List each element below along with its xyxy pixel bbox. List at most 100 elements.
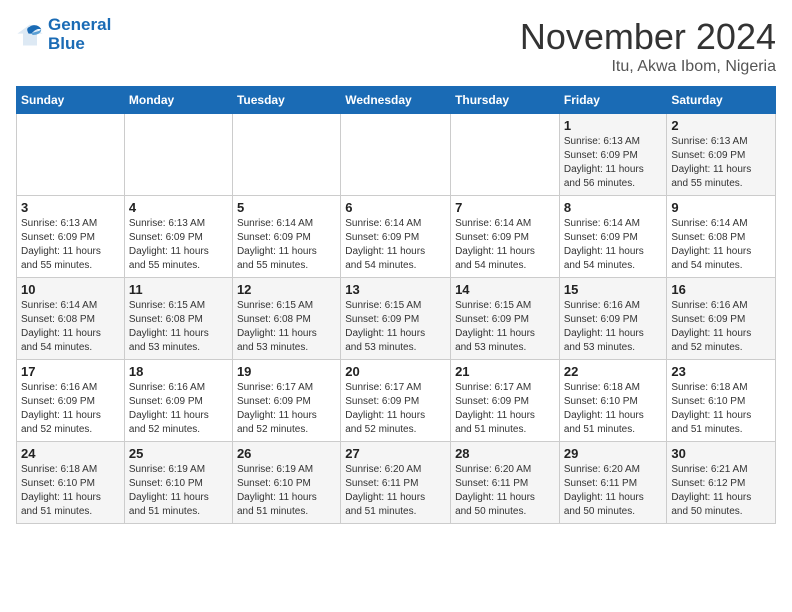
calendar-cell: 24 Sunrise: 6:18 AMSunset: 6:10 PMDayligh… [17, 442, 125, 524]
calendar-cell: 12 Sunrise: 6:15 AMSunset: 6:08 PMDayligh… [232, 278, 340, 360]
day-number: 22 [564, 364, 663, 379]
calendar-cell [232, 114, 340, 196]
day-info: Sunrise: 6:20 AMSunset: 6:11 PMDaylight:… [345, 463, 446, 519]
calendar-cell: 9 Sunrise: 6:14 AMSunset: 6:08 PMDaylight… [667, 196, 776, 278]
day-info: Sunrise: 6:14 AMSunset: 6:09 PMDaylight:… [455, 217, 555, 273]
page-header: General Blue November 2024 Itu, Akwa Ibo… [16, 16, 776, 76]
day-info: Sunrise: 6:17 AMSunset: 6:09 PMDaylight:… [345, 381, 446, 437]
day-info: Sunrise: 6:19 AMSunset: 6:10 PMDaylight:… [237, 463, 336, 519]
calendar-cell: 14Sunrise: 6:15 AMSunset: 6:09 PMDayligh… [451, 278, 560, 360]
calendar-header-row: Sunday Monday Tuesday Wednesday Thursday… [17, 87, 776, 114]
calendar-cell: 30 Sunrise: 6:21 AMSunset: 6:12 PMDayligh… [667, 442, 776, 524]
calendar-cell: 16 Sunrise: 6:16 AMSunset: 6:09 PMDayligh… [667, 278, 776, 360]
calendar-cell: 29 Sunrise: 6:20 AMSunset: 6:11 PMDayligh… [559, 442, 667, 524]
calendar-cell: 25Sunrise: 6:19 AMSunset: 6:10 PMDayligh… [124, 442, 232, 524]
day-info: Sunrise: 6:17 AMSunset: 6:09 PMDaylight:… [455, 381, 555, 437]
calendar-cell [124, 114, 232, 196]
day-info: Sunrise: 6:14 AMSunset: 6:09 PMDaylight:… [564, 217, 663, 273]
calendar-cell: 8 Sunrise: 6:14 AMSunset: 6:09 PMDaylight… [559, 196, 667, 278]
day-info: Sunrise: 6:15 AMSunset: 6:09 PMDaylight:… [455, 299, 555, 355]
calendar-cell: 20Sunrise: 6:17 AMSunset: 6:09 PMDayligh… [341, 360, 451, 442]
day-number: 4 [129, 200, 228, 215]
day-number: 12 [237, 282, 336, 297]
calendar-cell: 11 Sunrise: 6:15 AMSunset: 6:08 PMDayligh… [124, 278, 232, 360]
day-info: Sunrise: 6:16 AMSunset: 6:09 PMDaylight:… [129, 381, 228, 437]
day-number: 11 [129, 282, 228, 297]
calendar-cell: 19 Sunrise: 6:17 AMSunset: 6:09 PMDayligh… [232, 360, 340, 442]
day-info: Sunrise: 6:15 AMSunset: 6:08 PMDaylight:… [129, 299, 228, 355]
calendar-week-1: 1Sunrise: 6:13 AMSunset: 6:09 PMDaylight… [17, 114, 776, 196]
day-info: Sunrise: 6:19 AMSunset: 6:10 PMDaylight:… [129, 463, 228, 519]
day-number: 30 [671, 446, 771, 461]
calendar-cell [341, 114, 451, 196]
calendar-cell: 28 Sunrise: 6:20 AMSunset: 6:11 PMDayligh… [451, 442, 560, 524]
logo-text: General Blue [48, 16, 111, 53]
calendar-cell: 1Sunrise: 6:13 AMSunset: 6:09 PMDaylight… [559, 114, 667, 196]
day-info: Sunrise: 6:14 AMSunset: 6:09 PMDaylight:… [237, 217, 336, 273]
day-info: Sunrise: 6:18 AMSunset: 6:10 PMDaylight:… [671, 381, 771, 437]
day-number: 23 [671, 364, 771, 379]
calendar-cell: 7 Sunrise: 6:14 AMSunset: 6:09 PMDaylight… [451, 196, 560, 278]
day-info: Sunrise: 6:13 AMSunset: 6:09 PMDaylight:… [21, 217, 120, 273]
day-number: 13 [345, 282, 446, 297]
day-info: Sunrise: 6:20 AMSunset: 6:11 PMDaylight:… [455, 463, 555, 519]
day-number: 19 [237, 364, 336, 379]
calendar-cell [451, 114, 560, 196]
col-friday: Friday [559, 87, 667, 114]
calendar-cell: 27Sunrise: 6:20 AMSunset: 6:11 PMDayligh… [341, 442, 451, 524]
day-info: Sunrise: 6:15 AMSunset: 6:09 PMDaylight:… [345, 299, 446, 355]
col-tuesday: Tuesday [232, 87, 340, 114]
day-number: 3 [21, 200, 120, 215]
calendar-cell: 10Sunrise: 6:14 AMSunset: 6:08 PMDayligh… [17, 278, 125, 360]
calendar-cell: 3 Sunrise: 6:13 AMSunset: 6:09 PMDaylight… [17, 196, 125, 278]
day-info: Sunrise: 6:18 AMSunset: 6:10 PMDaylight:… [21, 463, 120, 519]
calendar-table: Sunday Monday Tuesday Wednesday Thursday… [16, 86, 776, 524]
day-number: 26 [237, 446, 336, 461]
calendar-cell: 15 Sunrise: 6:16 AMSunset: 6:09 PMDayligh… [559, 278, 667, 360]
calendar-week-5: 24 Sunrise: 6:18 AMSunset: 6:10 PMDayligh… [17, 442, 776, 524]
day-info: Sunrise: 6:16 AMSunset: 6:09 PMDaylight:… [564, 299, 663, 355]
day-info: Sunrise: 6:20 AMSunset: 6:11 PMDaylight:… [564, 463, 663, 519]
day-number: 9 [671, 200, 771, 215]
day-number: 5 [237, 200, 336, 215]
col-monday: Monday [124, 87, 232, 114]
day-number: 16 [671, 282, 771, 297]
col-sunday: Sunday [17, 87, 125, 114]
day-info: Sunrise: 6:15 AMSunset: 6:08 PMDaylight:… [237, 299, 336, 355]
day-number: 28 [455, 446, 555, 461]
calendar-cell: 23 Sunrise: 6:18 AMSunset: 6:10 PMDayligh… [667, 360, 776, 442]
day-number: 17 [21, 364, 120, 379]
day-info: Sunrise: 6:14 AMSunset: 6:09 PMDaylight:… [345, 217, 446, 273]
calendar-week-4: 17 Sunrise: 6:16 AMSunset: 6:09 PMDayligh… [17, 360, 776, 442]
day-info: Sunrise: 6:13 AMSunset: 6:09 PMDaylight:… [671, 135, 771, 191]
calendar-cell: 5 Sunrise: 6:14 AMSunset: 6:09 PMDaylight… [232, 196, 340, 278]
day-info: Sunrise: 6:17 AMSunset: 6:09 PMDaylight:… [237, 381, 336, 437]
day-number: 21 [455, 364, 555, 379]
day-number: 2 [671, 118, 771, 133]
calendar-cell: 17Sunrise: 6:16 AMSunset: 6:09 PMDayligh… [17, 360, 125, 442]
calendar-cell: 2 Sunrise: 6:13 AMSunset: 6:09 PMDaylight… [667, 114, 776, 196]
month-title: November 2024 [520, 16, 776, 58]
day-number: 6 [345, 200, 446, 215]
col-thursday: Thursday [451, 87, 560, 114]
day-info: Sunrise: 6:21 AMSunset: 6:12 PMDaylight:… [671, 463, 771, 519]
day-number: 18 [129, 364, 228, 379]
calendar-cell [17, 114, 125, 196]
day-number: 7 [455, 200, 555, 215]
title-block: November 2024 Itu, Akwa Ibom, Nigeria [520, 16, 776, 76]
calendar-cell: 21 Sunrise: 6:17 AMSunset: 6:09 PMDayligh… [451, 360, 560, 442]
day-info: Sunrise: 6:14 AMSunset: 6:08 PMDaylight:… [21, 299, 120, 355]
calendar-cell: 18 Sunrise: 6:16 AMSunset: 6:09 PMDayligh… [124, 360, 232, 442]
col-wednesday: Wednesday [341, 87, 451, 114]
day-number: 29 [564, 446, 663, 461]
calendar-cell: 26 Sunrise: 6:19 AMSunset: 6:10 PMDayligh… [232, 442, 340, 524]
day-info: Sunrise: 6:14 AMSunset: 6:08 PMDaylight:… [671, 217, 771, 273]
day-info: Sunrise: 6:13 AMSunset: 6:09 PMDaylight:… [129, 217, 228, 273]
day-info: Sunrise: 6:16 AMSunset: 6:09 PMDaylight:… [671, 299, 771, 355]
logo: General Blue [16, 16, 111, 53]
day-number: 15 [564, 282, 663, 297]
day-number: 8 [564, 200, 663, 215]
calendar-week-2: 3 Sunrise: 6:13 AMSunset: 6:09 PMDaylight… [17, 196, 776, 278]
day-number: 24 [21, 446, 120, 461]
calendar-cell: 6 Sunrise: 6:14 AMSunset: 6:09 PMDaylight… [341, 196, 451, 278]
